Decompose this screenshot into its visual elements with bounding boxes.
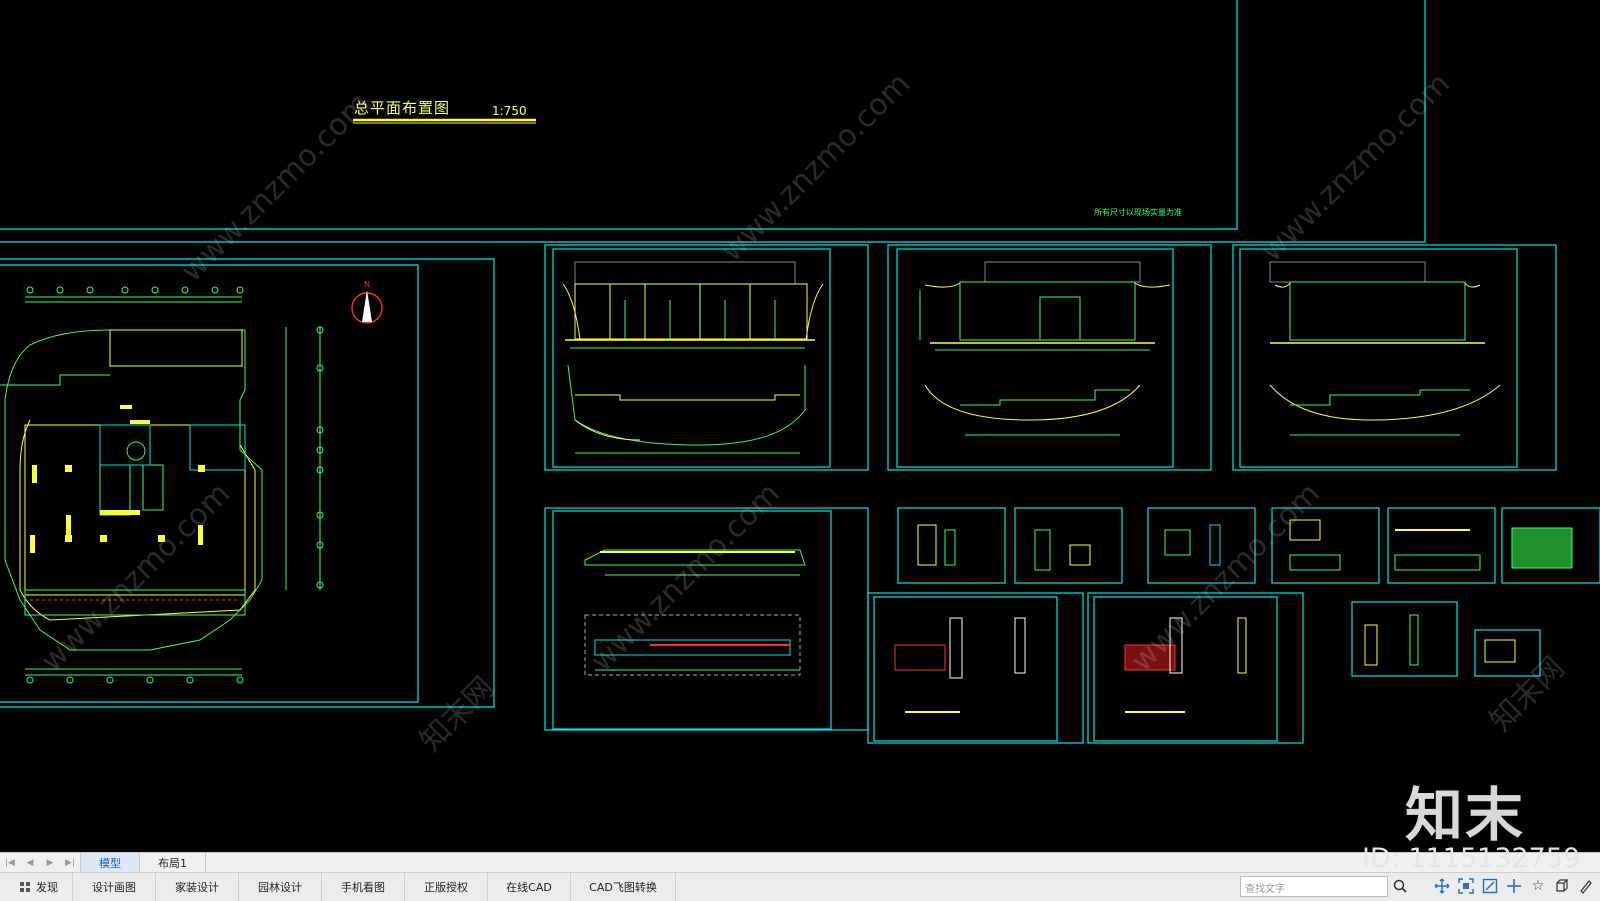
3d-view-icon[interactable] xyxy=(1552,876,1572,896)
pan-icon[interactable] xyxy=(1432,876,1452,896)
prev-icon[interactable]: ◀ xyxy=(20,853,40,873)
search-box xyxy=(1240,876,1388,898)
license-button[interactable]: 正版授权 xyxy=(405,873,488,901)
cad-convert-button[interactable]: CAD飞图转换 xyxy=(571,873,676,901)
star-icon[interactable]: ☆ xyxy=(1528,876,1548,896)
crosshair-icon[interactable] xyxy=(1504,876,1524,896)
last-icon[interactable]: ▶| xyxy=(60,853,80,873)
elevation-frame-1 xyxy=(544,244,869,471)
drawing-scale: 1:750 xyxy=(492,104,527,118)
top-title-frame xyxy=(0,0,1426,243)
online-cad-button[interactable]: 在线CAD xyxy=(488,873,571,901)
next-icon[interactable]: ▶ xyxy=(40,853,60,873)
brush-icon[interactable] xyxy=(1576,876,1596,896)
site-plan-frame xyxy=(0,258,495,708)
drawing-title: 总平面布置图 xyxy=(354,99,451,117)
site-plan xyxy=(0,286,383,684)
first-icon[interactable]: |◀ xyxy=(0,853,20,873)
search-icon[interactable] xyxy=(1388,876,1412,896)
grid-icon xyxy=(20,882,30,892)
zoom-window-icon[interactable] xyxy=(1480,876,1500,896)
search-input[interactable] xyxy=(1241,881,1369,898)
brand-watermark: 知末 xyxy=(1405,781,1526,849)
zoom-extents-icon[interactable] xyxy=(1456,876,1476,896)
home-design-button[interactable]: 家装设计 xyxy=(156,873,239,901)
image-id-watermark: ID: 1115132759 xyxy=(1362,843,1581,874)
section-frame xyxy=(544,507,869,731)
discover-label: 发现 xyxy=(36,881,58,894)
detail-frames xyxy=(867,507,1600,744)
mobile-view-button[interactable]: 手机看图 xyxy=(322,873,405,901)
cad-drawing-canvas[interactable]: N 总平面布置图 1:750 所有尺寸以现场实量为准 www.znzmo.com… xyxy=(0,0,1600,852)
drawing-note: 所有尺寸以现场实量为准 xyxy=(1094,208,1182,217)
design-drawing-button[interactable]: 设计画图 xyxy=(73,873,156,901)
tab-model[interactable]: 模型 xyxy=(80,853,140,873)
elevation-frame-2 xyxy=(887,244,1212,471)
tab-layout1[interactable]: 布局1 xyxy=(140,853,206,873)
discover-button[interactable]: 发现 xyxy=(0,873,73,901)
elevation-frame-3 xyxy=(1232,244,1557,471)
layout-tab-bar: |◀ ◀ ▶ ▶| 模型 布局1 xyxy=(0,852,1600,873)
garden-design-button[interactable]: 园林设计 xyxy=(239,873,322,901)
cad-drawing: N xyxy=(0,0,1600,744)
north-label: N xyxy=(364,280,370,289)
